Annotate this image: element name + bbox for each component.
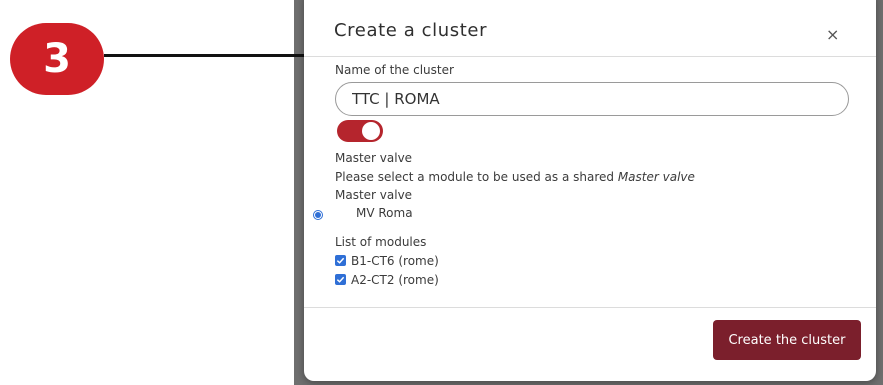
create-cluster-dialog: Create a cluster × Name of the cluster M…	[304, 0, 876, 381]
module-label-1[interactable]: B1-CT6 (rome)	[351, 254, 439, 268]
cluster-name-input[interactable]	[335, 82, 849, 116]
toggle-knob	[362, 122, 380, 140]
cluster-name-label: Name of the cluster	[335, 63, 454, 77]
master-valve-radio[interactable]	[313, 210, 323, 220]
header-divider	[304, 56, 876, 57]
create-cluster-button[interactable]: Create the cluster	[713, 320, 861, 360]
close-icon[interactable]: ×	[826, 25, 839, 44]
module-label-2[interactable]: A2-CT2 (rome)	[351, 273, 439, 287]
master-valve-heading: Master valve	[335, 151, 413, 165]
instruction-text: Please select a module to be used as a s…	[335, 170, 695, 184]
instruction-emphasis: Master valve	[617, 170, 695, 184]
radio-selected-dot	[315, 212, 321, 218]
check-icon	[336, 257, 345, 264]
footer-divider	[304, 307, 876, 308]
module-checkbox-1[interactable]	[335, 255, 346, 266]
callout-line	[104, 54, 316, 57]
step-badge: 3	[10, 23, 104, 95]
master-valve-label: Master valve	[335, 188, 413, 202]
step-number: 3	[43, 36, 71, 82]
modules-label: List of modules	[335, 235, 427, 249]
cluster-toggle[interactable]	[337, 120, 383, 142]
master-valve-option[interactable]: MV Roma	[356, 206, 413, 220]
instruction-prefix: Please select a module to be used as a s…	[335, 170, 618, 184]
module-checkbox-2[interactable]	[335, 274, 346, 285]
dialog-title: Create a cluster	[334, 20, 488, 41]
check-icon	[336, 276, 345, 283]
